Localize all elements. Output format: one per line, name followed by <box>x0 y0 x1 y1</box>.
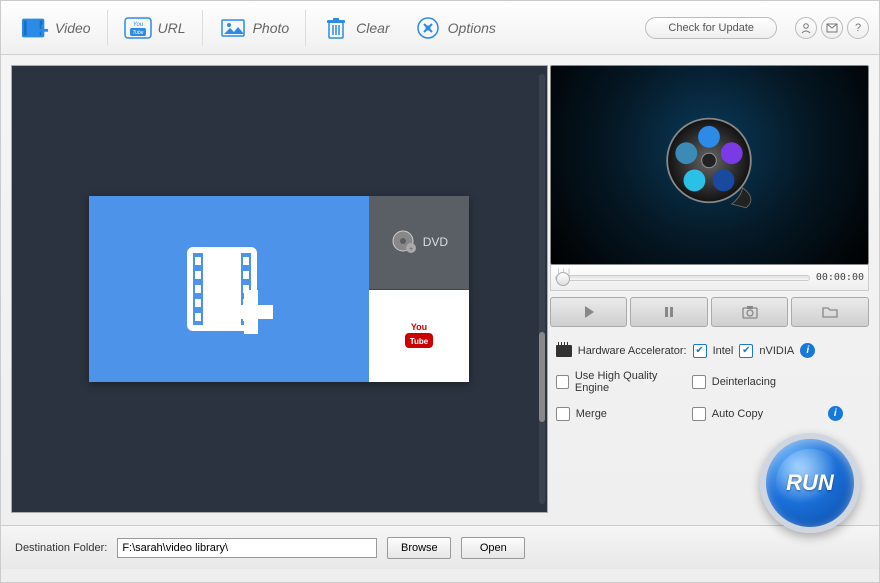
main: + DVD You Tube <box>1 55 879 525</box>
camera-icon <box>742 305 758 319</box>
svg-text:You: You <box>411 322 427 332</box>
source-scrollbar[interactable] <box>539 74 545 504</box>
seek-bar: | | | 00:00:00 <box>550 265 869 291</box>
dvd-icon: + <box>391 229 417 255</box>
intel-checkbox[interactable]: ✔ <box>693 344 707 358</box>
trash-icon <box>322 16 350 40</box>
url-label: URL <box>158 20 186 36</box>
run-label: RUN <box>786 470 834 496</box>
svg-text:Tube: Tube <box>132 30 143 36</box>
clear-label: Clear <box>356 20 389 36</box>
separator <box>305 10 306 46</box>
mail-icon[interactable] <box>821 17 843 39</box>
footer: Destination Folder: Browse Open <box>1 525 879 569</box>
options-label: Options <box>448 20 496 36</box>
youtube-logo-icon: You Tube <box>399 320 439 352</box>
snapshot-button[interactable] <box>711 297 789 327</box>
url-button[interactable]: You Tube URL <box>114 10 196 46</box>
photo-icon <box>219 16 247 40</box>
run-button[interactable]: RUN <box>760 433 860 533</box>
photo-button[interactable]: Photo <box>209 10 300 46</box>
hq-engine-checkbox[interactable] <box>556 375 569 389</box>
svg-text:You: You <box>132 22 143 28</box>
check-update-button[interactable]: Check for Update <box>645 17 777 39</box>
svg-text:+: + <box>409 246 413 253</box>
photo-label: Photo <box>253 20 290 36</box>
film-reel-icon <box>659 115 759 215</box>
autocopy-checkbox[interactable] <box>692 407 706 421</box>
nvidia-label: nVIDIA <box>759 345 794 357</box>
open-button[interactable]: Open <box>461 537 525 559</box>
browse-button[interactable]: Browse <box>387 537 451 559</box>
nvidia-checkbox[interactable]: ✔ <box>739 344 753 358</box>
options-icon <box>414 16 442 40</box>
add-youtube-tile[interactable]: You Tube <box>369 290 469 383</box>
pause-icon <box>662 305 676 319</box>
video-plus-large-icon <box>169 229 289 349</box>
player-controls <box>550 297 869 327</box>
seek-thumb[interactable] <box>556 272 570 286</box>
youtube-icon: You Tube <box>124 16 152 40</box>
video-plus-icon <box>21 16 49 40</box>
options-button[interactable]: Options <box>404 10 506 46</box>
dest-folder-input[interactable] <box>117 538 377 558</box>
seek-track[interactable]: | | | <box>555 275 810 281</box>
toolbar: Video You Tube URL Photo Clear Options Ch… <box>1 1 879 55</box>
clear-button[interactable]: Clear <box>312 10 399 46</box>
merge-label: Merge <box>576 408 607 420</box>
play-icon <box>582 305 596 319</box>
time-display: 00:00:00 <box>816 272 864 283</box>
source-panel: + DVD You Tube <box>11 65 548 513</box>
hw-info-icon[interactable]: i <box>800 343 815 358</box>
autocopy-info-icon[interactable]: i <box>828 406 843 421</box>
play-button[interactable] <box>550 297 628 327</box>
deinterlacing-checkbox[interactable] <box>692 375 706 389</box>
dest-folder-label: Destination Folder: <box>15 542 107 554</box>
video-label: Video <box>55 20 91 36</box>
settings-area: Hardware Accelerator: ✔ Intel ✔ nVIDIA i… <box>550 343 869 433</box>
merge-checkbox[interactable] <box>556 407 570 421</box>
source-tiles: + DVD You Tube <box>89 196 469 382</box>
add-dvd-tile[interactable]: + DVD <box>369 196 469 290</box>
separator <box>107 10 108 46</box>
folder-icon <box>822 305 838 319</box>
autocopy-label: Auto Copy <box>712 408 763 420</box>
help-icon[interactable]: ? <box>847 17 869 39</box>
hw-accel-label: Hardware Accelerator: <box>578 345 687 357</box>
hq-engine-label: Use High Quality Engine <box>575 370 686 394</box>
deinterlacing-label: Deinterlacing <box>712 376 776 388</box>
pause-button[interactable] <box>630 297 708 327</box>
svg-text:Tube: Tube <box>410 337 429 346</box>
preview-area <box>550 65 869 265</box>
scrollbar-thumb[interactable] <box>539 332 545 422</box>
open-folder-button[interactable] <box>791 297 869 327</box>
intel-label: Intel <box>713 345 734 357</box>
video-button[interactable]: Video <box>11 10 101 46</box>
add-video-tile[interactable] <box>89 196 369 382</box>
dvd-label: DVD <box>423 235 448 249</box>
separator <box>202 10 203 46</box>
chip-icon <box>556 345 572 357</box>
user-icon[interactable] <box>795 17 817 39</box>
